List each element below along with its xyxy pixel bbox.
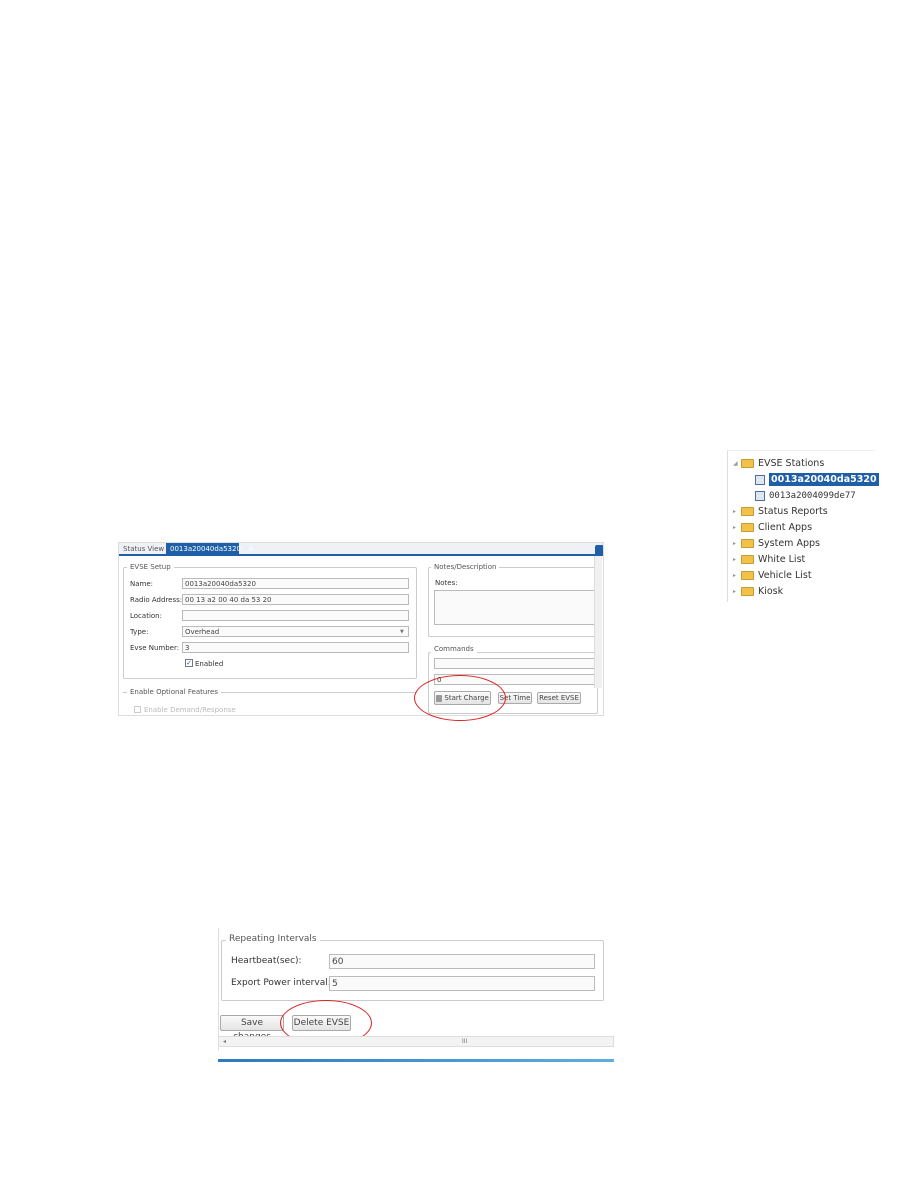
collapsed-arrow-icon[interactable]: ▸ bbox=[733, 572, 741, 579]
folder-icon bbox=[741, 587, 754, 596]
evse-number-input[interactable]: 3 bbox=[182, 642, 409, 653]
folder-icon bbox=[741, 539, 754, 548]
evse-setup-legend: EVSE Setup bbox=[127, 563, 174, 571]
demand-response-checkbox[interactable] bbox=[134, 706, 141, 713]
demand-response-label: Enable Demand/Response bbox=[144, 706, 236, 714]
tree-item-folder[interactable]: ▸ System Apps bbox=[733, 536, 820, 551]
evse-station-icon bbox=[755, 474, 765, 485]
notes-label: Notes: bbox=[435, 579, 458, 587]
enabled-label: Enabled bbox=[195, 660, 224, 668]
repeating-intervals-fieldset bbox=[221, 940, 604, 1001]
export-power-input[interactable]: 5 bbox=[329, 976, 595, 991]
folder-icon bbox=[741, 507, 754, 516]
tree-label: White List bbox=[758, 554, 806, 565]
horizontal-scrollbar[interactable]: ◂ III bbox=[218, 1036, 614, 1047]
tab-status-view[interactable]: Status View bbox=[123, 545, 164, 553]
tree-item-folder[interactable]: ▸ Status Reports bbox=[733, 504, 828, 519]
heartbeat-label: Heartbeat(sec): bbox=[231, 956, 302, 966]
name-label: Name: bbox=[130, 580, 154, 588]
repeating-intervals-legend: Repeating Intervals bbox=[226, 934, 320, 944]
notes-legend: Notes/Description bbox=[431, 563, 500, 571]
type-select[interactable]: Overhead bbox=[182, 626, 409, 637]
collapsed-arrow-icon[interactable]: ▸ bbox=[733, 524, 741, 531]
tree-label: Vehicle List bbox=[758, 570, 812, 581]
save-changes-button[interactable]: Save changes bbox=[220, 1015, 284, 1042]
start-charge-highlight bbox=[414, 675, 506, 721]
close-icon[interactable]: × bbox=[248, 545, 254, 553]
tree-item-evse-stations[interactable]: ◢ EVSE Stations bbox=[733, 456, 824, 471]
type-label: Type: bbox=[130, 628, 149, 636]
heartbeat-input[interactable]: 60 bbox=[329, 954, 595, 969]
tab-evse-label: 0013a20040da5320 bbox=[170, 545, 241, 553]
optional-legend: Enable Optional Features bbox=[127, 688, 221, 696]
expanded-arrow-icon[interactable]: ◢ bbox=[733, 460, 741, 467]
folder-icon bbox=[741, 571, 754, 580]
export-power-label: Export Power interval: bbox=[231, 978, 331, 988]
tree-item-station[interactable]: 0013a2004099de77 bbox=[755, 488, 856, 503]
folder-icon bbox=[741, 523, 754, 532]
radio-address-input[interactable]: 00 13 a2 00 40 da 53 20 bbox=[182, 594, 409, 605]
enabled-checkbox[interactable]: ✓ bbox=[185, 659, 193, 667]
window-bottom-bar bbox=[218, 1059, 614, 1062]
collapsed-arrow-icon[interactable]: ▸ bbox=[733, 508, 741, 515]
tree-label: Status Reports bbox=[758, 506, 828, 517]
collapsed-arrow-icon[interactable]: ▸ bbox=[733, 588, 741, 595]
tree-item-folder[interactable]: ▸ Vehicle List bbox=[733, 568, 812, 583]
tab-evse[interactable]: 0013a20040da5320 × bbox=[166, 543, 254, 556]
tree-item-folder[interactable]: ▸ White List bbox=[733, 552, 805, 567]
tree-label: 0013a20040da5320 bbox=[769, 473, 879, 486]
collapsed-arrow-icon[interactable]: ▸ bbox=[733, 556, 741, 563]
command-input[interactable] bbox=[434, 658, 596, 669]
view-menu-icon[interactable] bbox=[595, 545, 603, 556]
tree-label: EVSE Stations bbox=[758, 458, 825, 469]
folder-icon bbox=[741, 459, 754, 468]
reset-evse-button[interactable]: Reset EVSE bbox=[537, 692, 581, 704]
vertical-scrollbar[interactable] bbox=[594, 556, 602, 688]
scroll-grip[interactable]: III bbox=[462, 1038, 467, 1045]
location-input[interactable] bbox=[182, 610, 409, 621]
tree-label: Client Apps bbox=[758, 522, 813, 533]
commands-legend: Commands bbox=[431, 645, 477, 653]
location-label: Location: bbox=[130, 612, 162, 620]
evse-number-label: Evse Number: bbox=[130, 644, 180, 652]
tree-label: 0013a2004099de77 bbox=[769, 490, 856, 501]
tree-item-folder[interactable]: ▸ Client Apps bbox=[733, 520, 812, 535]
folder-icon bbox=[741, 555, 754, 564]
radio-address-label: Radio Address: bbox=[130, 596, 183, 604]
chevron-down-icon[interactable]: ▼ bbox=[400, 629, 404, 635]
tree-label: System Apps bbox=[758, 538, 820, 549]
collapsed-arrow-icon[interactable]: ▸ bbox=[733, 540, 741, 547]
tree-label: Kiosk bbox=[758, 586, 784, 597]
evse-station-icon bbox=[755, 490, 765, 501]
tree-item-station[interactable]: 0013a20040da5320 bbox=[755, 472, 879, 487]
scroll-left-icon[interactable]: ◂ bbox=[223, 1038, 226, 1045]
intervals-screenshot-border bbox=[218, 928, 219, 1050]
notes-textarea[interactable] bbox=[434, 590, 596, 625]
name-input[interactable]: 0013a20040da5320 bbox=[182, 578, 409, 589]
tree-item-folder[interactable]: ▸ Kiosk bbox=[733, 584, 783, 599]
